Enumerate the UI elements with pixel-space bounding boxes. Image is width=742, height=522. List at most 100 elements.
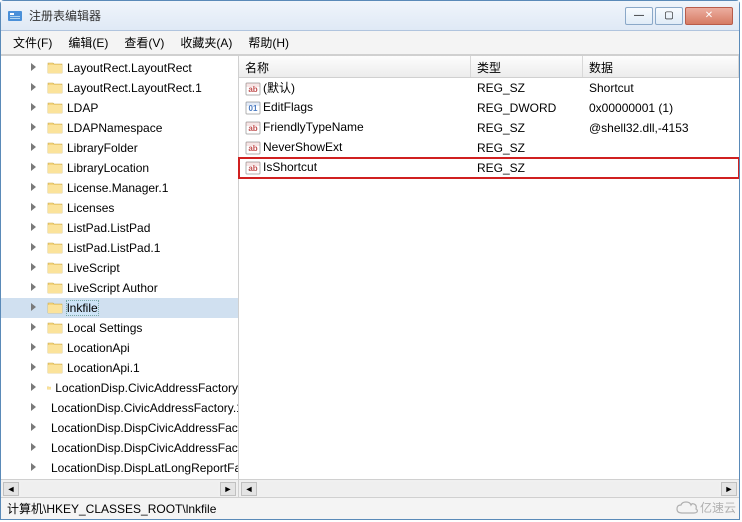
statusbar: 计算机\HKEY_CLASSES_ROOT\lnkfile [1, 497, 739, 519]
scroll-right-icon[interactable]: ► [721, 482, 737, 496]
minimize-button[interactable]: — [625, 7, 653, 25]
cell-type: REG_SZ [471, 161, 583, 175]
expander-icon[interactable] [31, 223, 36, 231]
menu-help[interactable]: 帮助(H) [240, 32, 297, 53]
expander-icon[interactable] [31, 363, 36, 371]
tree-item[interactable]: ListPad.ListPad.1 [1, 238, 238, 258]
expander-icon[interactable] [31, 163, 36, 171]
tree-item-label: LocationDisp.CivicAddressFactory [55, 381, 238, 395]
svg-text:ab: ab [248, 144, 257, 153]
column-header-data[interactable]: 数据 [583, 56, 739, 77]
tree-item[interactable]: License.Manager.1 [1, 178, 238, 198]
svg-text:ab: ab [248, 85, 257, 94]
svg-text:ab: ab [248, 124, 257, 133]
menubar: 文件(F) 编辑(E) 查看(V) 收藏夹(A) 帮助(H) [1, 31, 739, 55]
tree-item[interactable]: lnkfile [1, 298, 238, 318]
menu-file[interactable]: 文件(F) [5, 32, 60, 53]
list-row[interactable]: abIsShortcutREG_SZ [239, 158, 739, 178]
expander-icon[interactable] [31, 463, 36, 471]
tree-item[interactable]: LayoutRect.LayoutRect [1, 58, 238, 78]
tree-item[interactable]: Licenses [1, 198, 238, 218]
expander-icon[interactable] [31, 443, 36, 451]
list-row[interactable]: ab(默认)REG_SZShortcut [239, 78, 739, 98]
cell-data: @shell32.dll,-4153 [583, 121, 739, 135]
cell-type: REG_SZ [471, 81, 583, 95]
titlebar[interactable]: 注册表编辑器 — ▢ ✕ [1, 1, 739, 31]
tree-item[interactable]: LocationDisp.DispCivicAddressFactory [1, 418, 238, 438]
expander-icon[interactable] [31, 343, 36, 351]
tree-item[interactable]: LiveScript [1, 258, 238, 278]
tree-item[interactable]: LocationDisp.DispCivicAddressFactory.1 [1, 438, 238, 458]
list-pane: 名称 类型 数据 ab(默认)REG_SZShortcut01EditFlags… [239, 56, 739, 497]
tree-item[interactable]: LDAP [1, 98, 238, 118]
tree-item-label: LayoutRect.LayoutRect [67, 61, 192, 75]
tree-item[interactable]: LibraryLocation [1, 158, 238, 178]
tree-item-label: lnkfile [67, 301, 98, 315]
tree-pane[interactable]: LayoutRect.LayoutRect LayoutRect.LayoutRe… [1, 56, 239, 497]
window-controls: — ▢ ✕ [625, 7, 733, 25]
tree-item-label: LiveScript Author [67, 281, 158, 295]
expander-icon[interactable] [31, 183, 36, 191]
expander-icon[interactable] [31, 203, 36, 211]
tree-item[interactable]: LocationApi [1, 338, 238, 358]
tree-item[interactable]: LocationDisp.CivicAddressFactory [1, 378, 238, 398]
regedit-icon [7, 8, 23, 24]
cell-type: REG_SZ [471, 121, 583, 135]
menu-view[interactable]: 查看(V) [116, 32, 172, 53]
window-title: 注册表编辑器 [29, 7, 625, 24]
expander-icon[interactable] [31, 243, 36, 251]
expander-icon[interactable] [31, 303, 36, 311]
scroll-left-icon[interactable]: ◄ [241, 482, 257, 496]
scroll-track[interactable] [259, 482, 719, 496]
tree-item[interactable]: LocationDisp.CivicAddressFactory.1 [1, 398, 238, 418]
expander-icon[interactable] [31, 383, 36, 391]
menu-edit[interactable]: 编辑(E) [60, 32, 116, 53]
list-row[interactable]: abFriendlyTypeNameREG_SZ@shell32.dll,-41… [239, 118, 739, 138]
tree-item-label: LibraryLocation [67, 161, 149, 175]
column-header-type[interactable]: 类型 [471, 56, 583, 77]
column-header-name[interactable]: 名称 [239, 56, 471, 77]
menu-favorites[interactable]: 收藏夹(A) [172, 32, 240, 53]
tree-item-label: License.Manager.1 [67, 181, 168, 195]
list-row[interactable]: abNeverShowExtREG_SZ [239, 138, 739, 158]
tree-item-label: Licenses [67, 201, 114, 215]
tree-item[interactable]: LocationApi.1 [1, 358, 238, 378]
tree-item[interactable]: LiveScript Author [1, 278, 238, 298]
list-body[interactable]: ab(默认)REG_SZShortcut01EditFlagsREG_DWORD… [239, 78, 739, 497]
tree-item[interactable]: LocationDisp.DispLatLongReportFactory [1, 458, 238, 478]
list-hscroll[interactable]: ◄ ► [239, 480, 739, 497]
expander-icon[interactable] [31, 83, 36, 91]
svg-text:01: 01 [249, 104, 258, 113]
expander-icon[interactable] [31, 103, 36, 111]
tree-item-label: LocationApi.1 [67, 361, 140, 375]
close-button[interactable]: ✕ [685, 7, 733, 25]
list-header: 名称 类型 数据 [239, 56, 739, 78]
tree-item-label: ListPad.ListPad.1 [67, 241, 160, 255]
scroll-left-icon[interactable]: ◄ [3, 482, 19, 496]
tree-item[interactable]: LayoutRect.LayoutRect.1 [1, 78, 238, 98]
expander-icon[interactable] [31, 323, 36, 331]
tree-item-label: LibraryFolder [67, 141, 138, 155]
maximize-button[interactable]: ▢ [655, 7, 683, 25]
expander-icon[interactable] [31, 263, 36, 271]
expander-icon[interactable] [31, 143, 36, 151]
cell-name: abIsShortcut [239, 160, 471, 176]
list-row[interactable]: 01EditFlagsREG_DWORD0x00000001 (1) [239, 98, 739, 118]
tree-item[interactable]: ListPad.ListPad [1, 218, 238, 238]
expander-icon[interactable] [31, 403, 36, 411]
tree-item[interactable]: LDAPNamespace [1, 118, 238, 138]
tree-item-label: LocationDisp.CivicAddressFactory.1 [51, 401, 239, 415]
tree-item-label: ListPad.ListPad [67, 221, 150, 235]
tree-item[interactable]: LibraryFolder [1, 138, 238, 158]
tree-item-label: LocationDisp.DispCivicAddressFactory [51, 421, 239, 435]
expander-icon[interactable] [31, 283, 36, 291]
expander-icon[interactable] [31, 423, 36, 431]
tree-item[interactable]: Local Settings [1, 318, 238, 338]
tree-hscroll[interactable]: ◄ ► [1, 480, 239, 497]
expander-icon[interactable] [31, 123, 36, 131]
tree-item-label: LocationDisp.DispCivicAddressFactory.1 [51, 441, 239, 455]
expander-icon[interactable] [31, 63, 36, 71]
scroll-track[interactable] [21, 482, 218, 496]
scroll-right-icon[interactable]: ► [220, 482, 236, 496]
horizontal-scrollbars: ◄ ► ◄ ► [1, 479, 739, 497]
